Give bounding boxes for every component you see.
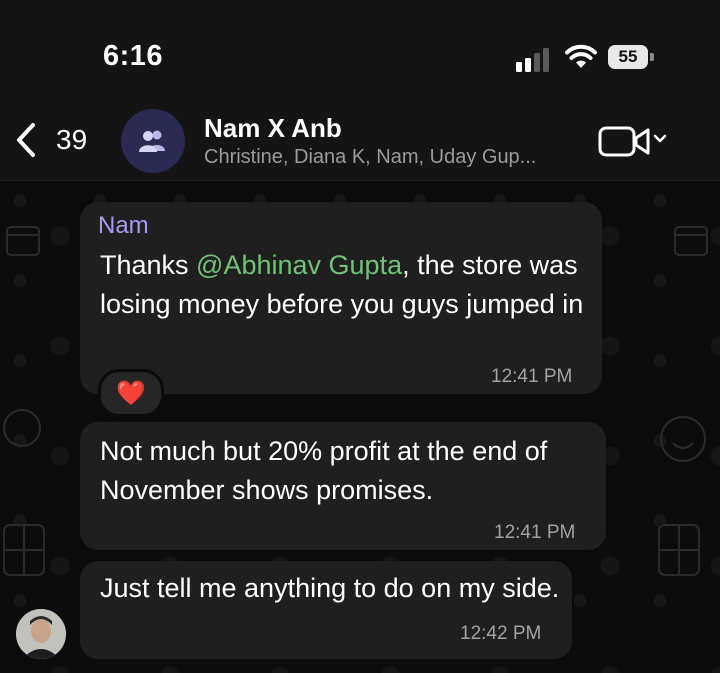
back-button[interactable]: 39 xyxy=(12,118,102,162)
wallpaper-doodle-calculator xyxy=(658,524,700,576)
video-call-button[interactable] xyxy=(598,123,670,159)
chat-members[interactable]: Christine, Diana K, Nam, Uday Gup... xyxy=(204,146,536,169)
battery-icon: 55 xyxy=(608,45,654,69)
video-call-icon xyxy=(598,126,667,157)
chevron-down-icon xyxy=(653,134,667,143)
avatar[interactable] xyxy=(16,609,66,659)
wallpaper-doodle-smiley xyxy=(660,416,706,462)
message-bubble[interactable]: Nam Thanks @Abhinav Gupta, the store was… xyxy=(80,202,602,394)
message-timestamp: 12:41 PM xyxy=(491,366,573,387)
battery-tip xyxy=(650,53,654,61)
signal-icon xyxy=(516,48,549,72)
message-list[interactable]: Nam Thanks @Abhinav Gupta, the store was… xyxy=(0,181,720,673)
avatar-photo xyxy=(16,609,66,659)
message-text: Not much but 20% profit at the end of No… xyxy=(100,436,548,505)
sender-name[interactable]: Nam xyxy=(98,212,149,240)
battery-level: 55 xyxy=(608,45,648,69)
wallpaper-doodle-smiley xyxy=(3,409,41,447)
group-avatar[interactable] xyxy=(121,109,185,173)
status-bar: 6:16 55 xyxy=(0,0,720,100)
unread-count: 39 xyxy=(56,124,88,155)
wallpaper-doodle-calendar xyxy=(6,226,40,256)
message-bubble[interactable]: Not much but 20% profit at the end of No… xyxy=(80,422,606,550)
heart-reaction[interactable]: ❤️ xyxy=(98,369,164,417)
message-text: Just tell me anything to do on my side. xyxy=(100,573,560,603)
message-text: Thanks @Abhinav Gupta, the store was los… xyxy=(100,246,600,324)
message-bubble[interactable]: Just tell me anything to do on my side. … xyxy=(80,561,572,659)
chat-header: 39 Nam X Anb Christine, Diana K, Nam, Ud… xyxy=(0,100,720,181)
message-timestamp: 12:41 PM xyxy=(494,522,576,543)
wallpaper-doodle-calculator xyxy=(3,524,45,576)
wallpaper-doodle-calendar xyxy=(674,226,708,256)
group-icon xyxy=(139,130,165,152)
chevron-left-icon xyxy=(17,123,35,157)
message-timestamp: 12:42 PM xyxy=(460,623,542,644)
chat-title[interactable]: Nam X Anb xyxy=(204,113,342,144)
mention-link[interactable]: @Abhinav Gupta xyxy=(196,250,402,280)
status-time: 6:16 xyxy=(103,40,164,72)
message-text-part: Thanks xyxy=(100,250,197,280)
wifi-icon xyxy=(565,44,597,68)
